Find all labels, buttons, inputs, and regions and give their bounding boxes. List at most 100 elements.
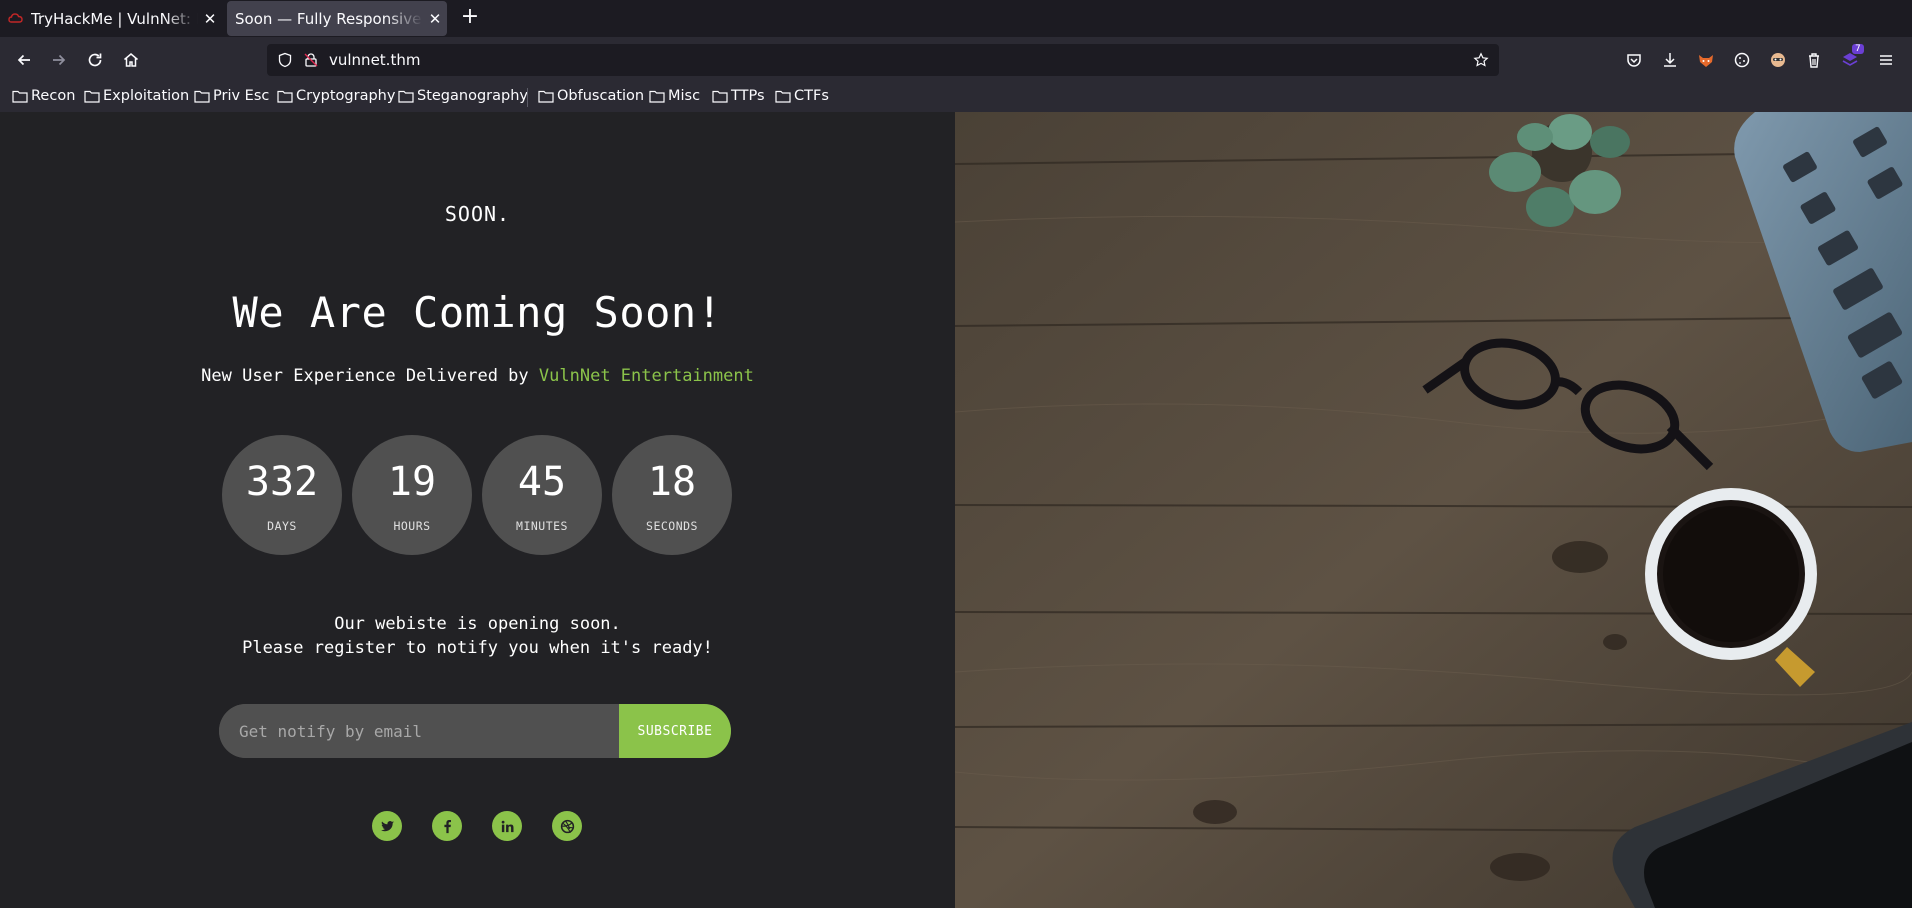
bookmark-label: Priv Esc — [213, 88, 270, 104]
countdown-value: 45 — [517, 459, 567, 505]
opening-message: Our webiste is opening soon. Please regi… — [0, 612, 955, 660]
folder-icon — [194, 90, 210, 103]
folder-icon — [538, 90, 554, 103]
back-arrow-icon — [17, 54, 30, 66]
tagline-text: New User Experience Delivered by — [201, 366, 539, 386]
tab-soon[interactable]: Soon — Fully Responsive Sof ✕ — [227, 1, 447, 36]
home-button[interactable] — [118, 47, 144, 73]
bookmark-label: CTFs — [794, 88, 829, 104]
folder-icon — [277, 90, 293, 103]
avatar-extension-button[interactable] — [1765, 47, 1791, 73]
countdown-value: 19 — [387, 459, 437, 505]
twitter-icon — [380, 820, 394, 831]
bookmark-folder-ttps[interactable]: TTPs — [712, 88, 765, 104]
countdown-value: 18 — [647, 459, 697, 505]
bookmark-folder-obfuscation[interactable]: Obfuscation — [538, 88, 644, 104]
bookmark-folder-ctfs[interactable]: CTFs — [775, 88, 829, 104]
close-tab-icon[interactable]: ✕ — [423, 10, 447, 28]
app-menu-button[interactable] — [1873, 47, 1899, 73]
extension-badge: 7 — [1852, 44, 1864, 54]
countdown-unit: DAYS — [267, 519, 297, 533]
message-line: Please register to notify you when it's … — [242, 638, 713, 658]
back-button[interactable] — [11, 47, 37, 73]
site-logo[interactable]: SOON. — [0, 202, 955, 226]
countdown-unit: SECONDS — [646, 519, 698, 533]
page-info-icon[interactable] — [303, 52, 319, 68]
hero-photo — [955, 112, 1912, 908]
page-title: We Are Coming Soon! — [232, 288, 723, 337]
clipboard-extension-button[interactable] — [1801, 47, 1827, 73]
bookmark-label: Recon — [31, 88, 76, 104]
trash-icon — [1809, 53, 1819, 68]
bookmark-label: Exploitation — [103, 88, 190, 104]
new-tab-button[interactable]: + — [459, 6, 481, 28]
linkedin-icon — [501, 820, 513, 832]
twitter-link[interactable] — [372, 811, 402, 841]
tagline: New User Experience Delivered by VulnNet… — [0, 366, 955, 386]
dribbble-icon — [560, 819, 574, 833]
bookmark-folder-recon[interactable]: Recon — [12, 88, 75, 104]
dribbble-link[interactable] — [552, 811, 582, 841]
bookmark-folder-priv-esc[interactable]: Priv Esc — [194, 88, 269, 104]
bookmark-label: Misc — [668, 88, 701, 104]
facebook-icon — [443, 819, 451, 833]
linkedin-link[interactable] — [492, 811, 522, 841]
tab-title: Soon — Fully Responsive Sof — [235, 9, 423, 28]
email-field[interactable] — [219, 704, 619, 758]
cookie-extension-button[interactable] — [1729, 47, 1755, 73]
shield-icon[interactable] — [277, 52, 293, 68]
countdown-days: 332 DAYS — [222, 435, 342, 555]
cookie-icon — [1734, 52, 1750, 68]
folder-icon — [775, 90, 791, 103]
pocket-icon — [1627, 54, 1641, 67]
countdown-minutes: 45 MINUTES — [482, 435, 602, 555]
fox-icon — [1699, 55, 1713, 67]
folder-icon — [12, 90, 28, 103]
tab-strip: TryHackMe | VulnNet: Enc ✕ Soon — Fully … — [0, 0, 1912, 37]
desk-photo-illustration — [955, 112, 1912, 908]
tab-tryhackme[interactable]: TryHackMe | VulnNet: Enc ✕ — [0, 1, 222, 36]
tryhackme-favicon-icon — [8, 12, 23, 23]
coming-soon-panel: SOON. We Are Coming Soon! New User Exper… — [0, 112, 955, 908]
folder-icon — [712, 90, 728, 103]
reload-button[interactable] — [82, 47, 108, 73]
download-icon — [1664, 53, 1676, 67]
foxyproxy-extension-button[interactable] — [1693, 47, 1719, 73]
countdown-value: 332 — [245, 459, 319, 505]
bookmark-label: Cryptography — [296, 88, 396, 104]
message-line: Our webiste is opening soon. — [334, 614, 621, 634]
folder-icon — [649, 90, 665, 103]
brand-name: VulnNet Entertainment — [538, 366, 754, 386]
bookmarks-toolbar: Recon Exploitation Priv Esc Cryptography… — [0, 83, 1912, 113]
close-tab-icon[interactable]: ✕ — [198, 10, 222, 28]
countdown-unit: HOURS — [393, 519, 431, 533]
folder-icon — [84, 90, 100, 103]
bookmark-folder-exploitation[interactable]: Exploitation — [84, 88, 189, 104]
subscribe-button[interactable]: SUBSCRIBE — [619, 704, 731, 758]
address-bar[interactable]: vulnnet.thm — [267, 44, 1499, 76]
bookmark-label: TTPs — [731, 88, 765, 104]
forward-arrow-icon — [53, 54, 66, 66]
facebook-link[interactable] — [432, 811, 462, 841]
countdown-hours: 19 HOURS — [352, 435, 472, 555]
bookmark-label: Steganography — [417, 88, 528, 104]
bookmark-label: Obfuscation — [557, 88, 645, 104]
avatar-icon — [1771, 53, 1785, 67]
bookmarks-separator — [527, 88, 528, 107]
bookmark-star-icon[interactable] — [1473, 52, 1489, 68]
countdown-unit: MINUTES — [516, 519, 568, 533]
home-icon — [124, 53, 138, 67]
bookmark-folder-misc[interactable]: Misc — [649, 88, 700, 104]
wappalyzer-extension-button[interactable]: 7 — [1837, 44, 1864, 73]
folder-icon — [398, 90, 414, 103]
url-text[interactable]: vulnnet.thm — [329, 51, 420, 69]
tab-title: TryHackMe | VulnNet: Enc — [31, 9, 198, 28]
bookmark-folder-steganography[interactable]: Steganography — [398, 88, 528, 104]
bookmark-folder-cryptography[interactable]: Cryptography — [277, 88, 395, 104]
pocket-button[interactable] — [1621, 47, 1647, 73]
hamburger-menu-icon — [1880, 55, 1892, 65]
web-page: SOON. We Are Coming Soon! New User Exper… — [0, 112, 1912, 908]
downloads-button[interactable] — [1657, 47, 1683, 73]
subscribe-form: SUBSCRIBE — [219, 704, 731, 758]
forward-button[interactable] — [46, 47, 72, 73]
